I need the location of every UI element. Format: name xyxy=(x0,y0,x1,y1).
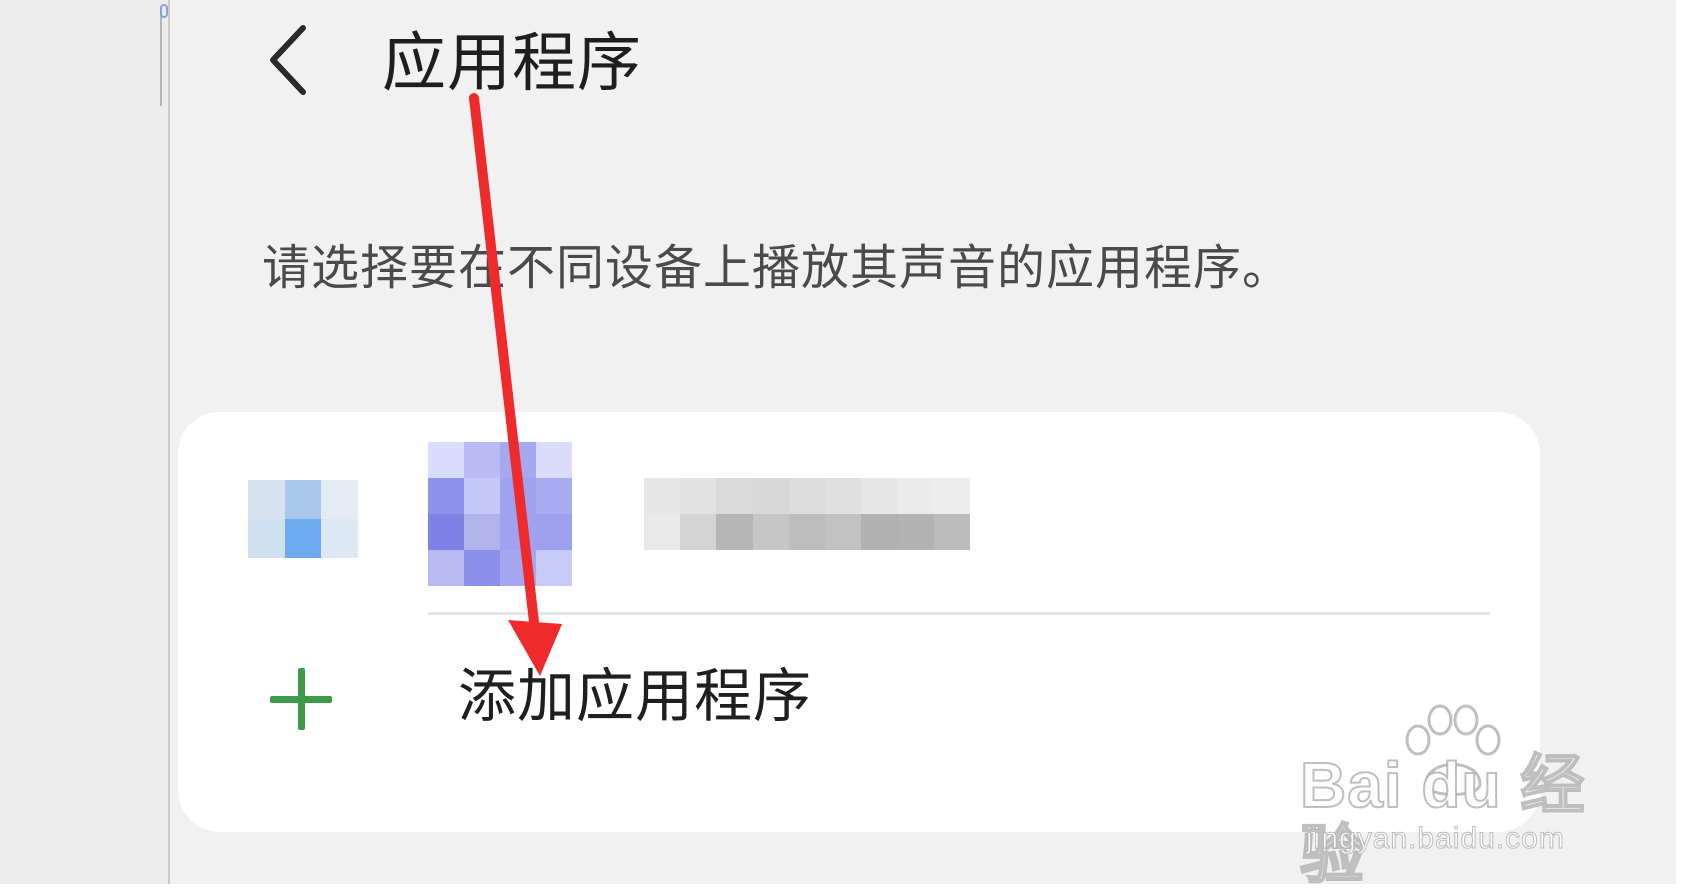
page-title: 应用程序 xyxy=(382,27,642,101)
add-app-button[interactable]: 添加应用程序 xyxy=(178,618,1540,808)
add-app-label: 添加应用程序 xyxy=(458,662,813,730)
right-edge-strip xyxy=(1676,0,1700,892)
edge-divider xyxy=(160,6,168,106)
app-icon-obscured xyxy=(428,442,572,586)
app-name-obscured xyxy=(644,478,970,550)
plus-icon xyxy=(270,668,332,730)
back-button[interactable] xyxy=(258,22,318,98)
list-item-app[interactable] xyxy=(178,412,1540,612)
chevron-left-icon xyxy=(270,25,306,95)
list-divider xyxy=(428,612,1490,615)
bottom-edge-strip xyxy=(0,884,1700,892)
page-description: 请选择要在不同设备上播放其声音的应用程序。 xyxy=(262,240,1292,296)
app-list-card: 添加应用程序 xyxy=(178,412,1540,832)
edge-indicator xyxy=(160,4,168,18)
app-toggle-obscured[interactable] xyxy=(248,480,358,558)
left-edge-panel xyxy=(0,0,170,892)
